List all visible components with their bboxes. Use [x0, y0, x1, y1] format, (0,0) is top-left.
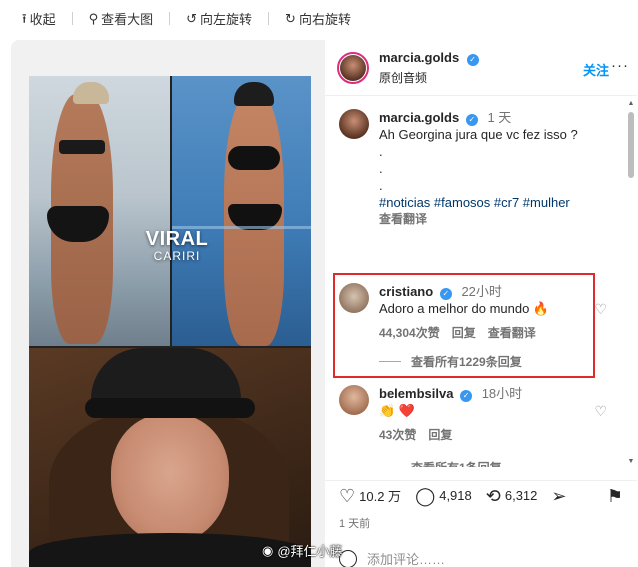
overlay-title: VIRAL [145, 228, 209, 250]
see-translation-link[interactable]: 查看翻译 [379, 211, 427, 228]
media-area: VIRAL CARIRI [11, 40, 325, 567]
view-replies-button[interactable]: 查看所有1229条回复 [379, 353, 522, 370]
send-icon: ➢ [551, 485, 567, 506]
avatar[interactable] [339, 109, 369, 139]
watermark-text: @拜仁小藤 [277, 544, 343, 559]
collapse-icon: ⭱ [22, 10, 27, 26]
caption-dot: . [379, 161, 383, 176]
comment-button[interactable]: ◯ 4,918 [415, 487, 472, 505]
rotate-right-icon: ↻ [285, 10, 296, 26]
post-card: VIRAL CARIRI marcia.golds ✓ 原创音频 关注 ··· … [11, 40, 637, 567]
toolbar-divider [268, 11, 270, 25]
bookmark-icon: ⚑ [606, 485, 623, 506]
comment-text: 👏 ❤️ [379, 403, 415, 418]
rotate-left-icon: ↺ [186, 10, 198, 26]
caption-dot: . [379, 178, 383, 193]
see-translation-link[interactable]: 查看翻译 [488, 325, 536, 342]
comments-panel: marcia.golds ✓ 原创音频 关注 ··· marcia.golds … [325, 40, 637, 567]
hashtags[interactable]: #noticias #famosos #cr7 #mulher [379, 194, 599, 211]
comment-time: 18小时 [481, 386, 523, 401]
posted-time: 1 天前 [339, 518, 371, 530]
video-frame-bottom [29, 348, 311, 567]
comment-text: Ah Georgina jura que vc fez isso ? [379, 127, 578, 142]
reel-video[interactable]: VIRAL CARIRI [29, 76, 311, 567]
cap-brim-shape [85, 398, 255, 418]
comment-bubble-icon: ◯ [415, 485, 436, 506]
like-heart-icon[interactable]: ♡ [594, 403, 607, 420]
like-count[interactable]: 44,304次赞 [379, 325, 440, 342]
avatar[interactable] [339, 385, 369, 415]
audio-label[interactable]: 原创音频 [379, 69, 479, 86]
video-frame-left [29, 76, 170, 346]
save-button[interactable]: ⚑ [607, 487, 623, 505]
collapse-label: 收起 [29, 11, 56, 27]
post-header: marcia.golds ✓ 原创音频 关注 ··· [325, 40, 637, 96]
comment-total: 4,918 [439, 488, 472, 503]
collapse-button[interactable]: ⭱ 收起 [22, 9, 56, 28]
view-large-button[interactable]: ⚲ 查看大图 [89, 9, 154, 28]
follow-button[interactable]: 关注 [583, 60, 609, 79]
rotate-right-button[interactable]: ↻ 向右旋转 [285, 9, 351, 28]
verified-badge-icon: ✓ [465, 114, 478, 126]
comments-list[interactable]: marcia.golds ✓ 1 天 Ah Georgina jura que … [325, 97, 637, 467]
caption-comment: marcia.golds ✓ 1 天 Ah Georgina jura que … [339, 109, 609, 227]
video-frame-right [172, 76, 311, 346]
like-count[interactable]: 43次赞 [379, 427, 416, 444]
swimsuit-top [59, 140, 105, 154]
viral-overlay: VIRAL CARIRI [137, 228, 217, 263]
share-button[interactable]: ➢ [551, 487, 566, 505]
action-bar: ♡ 10.2 万 ◯ 4,918 ⟲ 6,312 ➢ ⚑ [325, 480, 637, 510]
caption-dot: . [379, 144, 383, 159]
repost-button[interactable]: ⟲ 6,312 [486, 487, 538, 505]
comment-time: 22小时 [461, 284, 502, 299]
image-viewer-toolbar: ⭱ 收起 ⚲ 查看大图 ↺ 向左旋转 ↻ 向右旋转 [0, 0, 638, 36]
comment-username[interactable]: cristiano [379, 284, 433, 299]
view-large-label: 查看大图 [101, 11, 154, 27]
face-shape [111, 414, 229, 544]
cap-shape [73, 82, 109, 104]
toolbar-divider [169, 11, 171, 25]
scroll-up-icon[interactable]: ▲ [627, 100, 635, 108]
rotate-left-label: 向左旋转 [200, 11, 253, 27]
comment-item: cristiano ✓ 22小时 Adoro a melhor do mundo… [339, 283, 609, 373]
post-username[interactable]: marcia.golds [379, 50, 459, 65]
more-options-icon[interactable]: ··· [611, 57, 629, 74]
overlay-subtitle: CARIRI [153, 249, 201, 263]
comment-time: 1 天 [487, 110, 512, 125]
rotate-left-button[interactable]: ↺ 向左旋转 [186, 9, 252, 28]
reply-button[interactable]: 回复 [452, 325, 476, 342]
heart-icon: ♡ [339, 485, 356, 506]
like-button[interactable]: ♡ 10.2 万 [339, 486, 401, 505]
add-comment-input[interactable]: 添加评论…… [367, 549, 445, 567]
toolbar-divider [71, 11, 73, 25]
add-comment-row[interactable]: 添加评论…… [325, 549, 637, 567]
scrollbar[interactable]: ▲ ▼ [627, 100, 635, 466]
verified-badge-icon: ✓ [466, 54, 479, 66]
like-heart-icon[interactable]: ♡ [594, 301, 607, 318]
weibo-logo-icon: ◉ [262, 542, 274, 558]
reply-button[interactable]: 回复 [428, 427, 452, 444]
scroll-down-icon[interactable]: ▼ [627, 458, 635, 466]
watermark: ◉ @拜仁小藤 [262, 541, 343, 560]
view-replies-button[interactable]: 查看所有1条回复 [379, 459, 502, 467]
comment-text: Adoro a melhor do mundo 🔥 [379, 301, 550, 316]
rotate-right-label: 向右旋转 [298, 11, 351, 27]
scrollbar-thumb[interactable] [628, 112, 634, 178]
comment-item: belembsilva ✓ 18小时 👏 ❤️ 43次赞 回复 ♡ 查看所有1条… [339, 385, 609, 467]
cap-shape [234, 82, 274, 106]
like-total: 10.2 万 [359, 489, 402, 504]
verified-badge-icon: ✓ [439, 288, 452, 300]
swimsuit-top [228, 146, 280, 170]
repost-icon: ⟲ [485, 485, 501, 506]
avatar[interactable] [339, 283, 369, 313]
verified-badge-icon: ✓ [460, 390, 473, 402]
avatar[interactable] [337, 51, 369, 84]
magnifier-icon: ⚲ [88, 10, 99, 26]
repost-total: 6,312 [504, 488, 538, 503]
swimsuit-bottom [228, 204, 282, 230]
comment-username[interactable]: marcia.golds [379, 110, 459, 125]
comment-username[interactable]: belembsilva [379, 386, 453, 401]
